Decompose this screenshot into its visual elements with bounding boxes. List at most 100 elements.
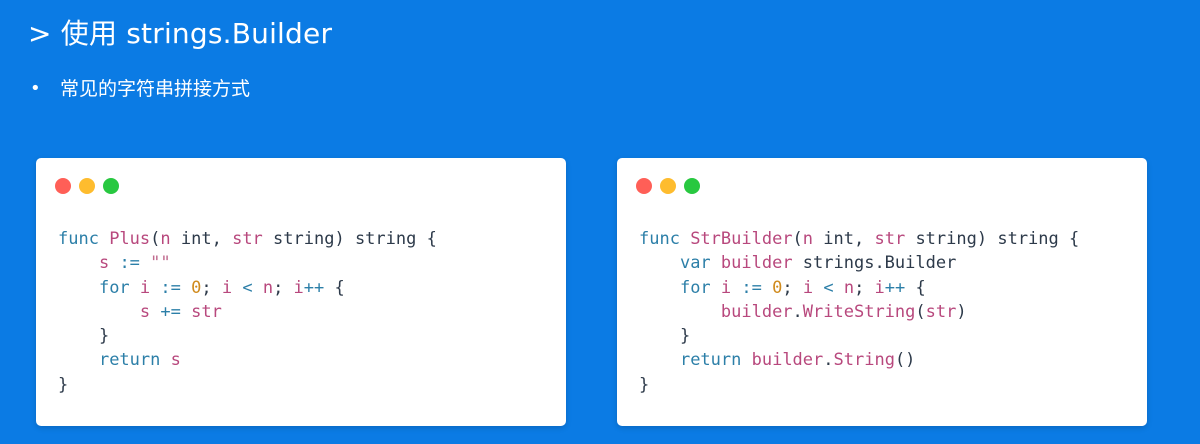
code-token: ) <box>976 229 998 249</box>
code-token: { <box>416 229 437 249</box>
code-token: 0 <box>191 277 202 298</box>
code-token: builder <box>720 253 803 274</box>
code-line: builder.WriteString(str) <box>639 300 1079 324</box>
code-token: i <box>293 277 304 298</box>
code-token: ( <box>792 229 803 249</box>
code-token: } <box>58 326 110 347</box>
code-token: . <box>823 350 834 371</box>
code-token: . <box>792 301 803 322</box>
code-line: func Plus(n int, str string) string { <box>58 227 437 251</box>
code-token: i <box>874 277 885 298</box>
code-token: WriteString <box>802 301 916 322</box>
code-line: return builder.String() <box>639 348 1079 372</box>
close-dot-icon <box>636 178 652 194</box>
code-token: int <box>180 229 212 249</box>
code-token: ; <box>854 277 875 298</box>
code-token: strings.Builder <box>802 253 957 274</box>
code-token: builder <box>720 301 793 322</box>
code-line: for i := 0; i < n; i++ { <box>58 276 437 300</box>
code-line: func StrBuilder(n int, str string) strin… <box>639 227 1079 251</box>
code-line: } <box>639 373 1079 397</box>
code-line: s += str <box>58 300 437 324</box>
slide-title: > 使用 strings.Builder <box>28 17 333 50</box>
minimize-dot-icon <box>660 178 676 194</box>
code-line: for i := 0; i < n; i++ { <box>639 276 1079 300</box>
bullet-text: 常见的字符串拼接方式 <box>60 78 251 100</box>
code-token: builder <box>751 350 824 371</box>
code-line: s := "" <box>58 251 437 275</box>
code-token: string <box>997 229 1059 249</box>
maximize-dot-icon <box>684 178 700 194</box>
code-token: return <box>98 350 171 371</box>
code-token: ++ <box>884 277 906 298</box>
window-controls <box>636 178 700 194</box>
code-token: func <box>58 229 110 249</box>
code-token: ++ <box>303 277 325 298</box>
code-line: } <box>58 324 437 348</box>
code-token: < <box>813 277 844 298</box>
code-token: ( <box>150 229 161 249</box>
code-token: str <box>191 301 222 322</box>
code-token: i <box>221 277 233 298</box>
code-token: i <box>139 277 151 298</box>
code-token: n <box>160 229 181 249</box>
code-token: string <box>273 229 335 249</box>
code-token: var <box>679 253 721 274</box>
code-token: StrBuilder <box>690 229 793 249</box>
code-token: s <box>98 253 110 274</box>
plus-code-card: func Plus(n int, str string) string { s … <box>36 158 566 426</box>
code-token: () <box>894 350 916 371</box>
code-token: { <box>1058 229 1080 249</box>
code-token: := <box>731 277 773 298</box>
code-token: s <box>170 350 181 371</box>
code-token: int <box>823 229 854 249</box>
code-line: } <box>639 324 1079 348</box>
code-token: , <box>211 229 233 249</box>
code-token: n <box>802 229 824 249</box>
code-token: for <box>98 277 140 298</box>
code-token: func <box>639 229 691 249</box>
code-token: Plus <box>109 229 151 249</box>
code-token: str <box>925 301 957 322</box>
code-line: var builder strings.Builder <box>639 251 1079 275</box>
code-token: } <box>639 326 691 347</box>
code-token: s <box>139 301 151 322</box>
code-token: ) <box>956 301 967 322</box>
code-token: ; <box>782 277 803 298</box>
bullet-dot-icon: • <box>30 78 41 99</box>
code-token: } <box>639 374 650 395</box>
minimize-dot-icon <box>79 178 95 194</box>
bullet-item: • 常见的字符串拼接方式 <box>30 74 250 104</box>
code-token: := <box>150 277 192 298</box>
code-token: { <box>324 277 345 298</box>
code-line: } <box>58 373 437 397</box>
code-token: string <box>354 229 417 249</box>
close-dot-icon <box>55 178 71 194</box>
code-token: String <box>833 350 895 371</box>
code-token: ( <box>915 301 926 322</box>
code-token: 0 <box>772 277 783 298</box>
code-token: < <box>232 277 263 298</box>
code-token: ; <box>273 277 294 298</box>
code-token: ) <box>334 229 355 249</box>
code-block: func Plus(n int, str string) string { s … <box>58 227 437 397</box>
code-token: += <box>150 301 192 322</box>
code-line: return s <box>58 348 437 372</box>
code-token: } <box>58 374 69 395</box>
maximize-dot-icon <box>103 178 119 194</box>
code-token: str <box>874 229 916 249</box>
code-token: string <box>915 229 977 249</box>
code-token: n <box>843 277 855 298</box>
code-token: := <box>109 253 151 274</box>
code-token: , <box>854 229 875 249</box>
code-token: "" <box>150 253 171 274</box>
code-token: i <box>720 277 732 298</box>
